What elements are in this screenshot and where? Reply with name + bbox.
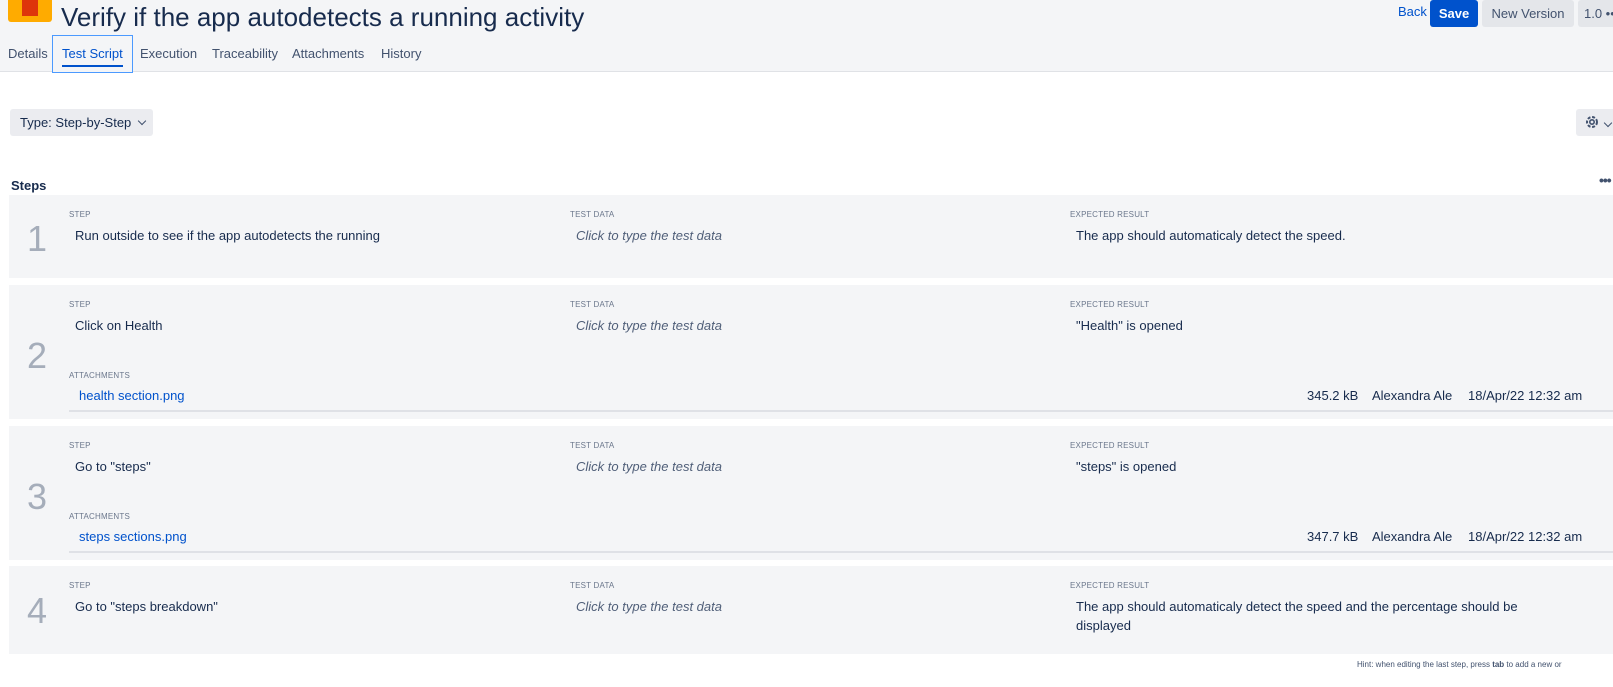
step-card: 2 STEP TEST DATA EXPECTED RESULT Click o… bbox=[9, 285, 1613, 419]
expected-result[interactable]: The app should automaticaly detect the s… bbox=[1076, 597, 1526, 635]
attachment-date: 18/Apr/22 12:32 am bbox=[1468, 529, 1583, 544]
step-number: 3 bbox=[27, 476, 48, 517]
save-button[interactable]: Save bbox=[1430, 0, 1478, 27]
steps-section-title: Steps bbox=[11, 178, 47, 193]
expected-result[interactable]: "steps" is opened bbox=[1076, 457, 1556, 476]
step-column-label: STEP bbox=[69, 210, 91, 219]
step-description[interactable]: Run outside to see if the app autodetect… bbox=[75, 226, 555, 245]
attachment-date: 18/Apr/22 12:32 am bbox=[1468, 388, 1583, 403]
attachment-link[interactable]: health section.png bbox=[79, 388, 185, 403]
step-card: 4 STEP TEST DATA EXPECTED RESULT Go to "… bbox=[9, 566, 1613, 654]
chevron-down-icon bbox=[1603, 118, 1613, 128]
page-header: Verify if the app autodetects a running … bbox=[0, 0, 1613, 74]
gear-icon bbox=[1586, 116, 1598, 128]
new-version-button[interactable]: New Version bbox=[1482, 0, 1574, 27]
attachments-label: ATTACHMENTS bbox=[69, 512, 131, 521]
tab-history[interactable]: History bbox=[381, 36, 421, 74]
expected-result[interactable]: "Health" is opened bbox=[1076, 316, 1556, 335]
script-type-label: Type: Step-by-Step bbox=[20, 115, 132, 130]
attachment-row: health section.png 345.2 kB Alexandra Al… bbox=[69, 384, 1613, 412]
attachment-size: 347.7 kB bbox=[1307, 529, 1359, 544]
step-number: 2 bbox=[27, 335, 48, 376]
script-type-dropdown[interactable]: Type: Step-by-Step bbox=[10, 109, 153, 136]
test-data-column-label: TEST DATA bbox=[570, 581, 615, 590]
attachments-label: ATTACHMENTS bbox=[69, 371, 131, 380]
tab-details[interactable]: Details bbox=[8, 36, 48, 74]
attachment-link[interactable]: steps sections.png bbox=[79, 529, 187, 544]
step-description[interactable]: Click on Health bbox=[75, 316, 555, 335]
step-column-label: STEP bbox=[69, 441, 91, 450]
tab-execution[interactable]: Execution bbox=[140, 36, 197, 74]
expected-column-label: EXPECTED RESULT bbox=[1070, 300, 1150, 309]
expected-result[interactable]: The app should automaticaly detect the s… bbox=[1076, 226, 1556, 245]
hint-prefix: Hint: when editing the last step, press bbox=[1357, 660, 1493, 669]
step-column-label: STEP bbox=[69, 581, 91, 590]
test-data-column-label: TEST DATA bbox=[570, 300, 615, 309]
attachment-user: Alexandra Ale bbox=[1372, 388, 1453, 403]
test-data-field[interactable]: Click to type the test data bbox=[576, 597, 1056, 616]
step-card: 3 STEP TEST DATA EXPECTED RESULT Go to "… bbox=[9, 426, 1613, 560]
test-data-column-label: TEST DATA bbox=[570, 210, 615, 219]
active-tab-indicator bbox=[62, 65, 123, 67]
attachment-user: Alexandra Ale bbox=[1372, 529, 1453, 544]
keyboard-hint: Hint: when editing the last step, press … bbox=[1357, 660, 1562, 669]
hint-suffix: to add a new or bbox=[1504, 660, 1562, 669]
test-data-column-label: TEST DATA bbox=[570, 441, 615, 450]
tab-test-script[interactable]: Test Script bbox=[52, 35, 133, 73]
attachment-row: steps sections.png 347.7 kB Alexandra Al… bbox=[69, 525, 1613, 553]
test-data-field[interactable]: Click to type the test data bbox=[576, 457, 1056, 476]
expected-column-label: EXPECTED RESULT bbox=[1070, 210, 1150, 219]
tab-traceability[interactable]: Traceability bbox=[212, 36, 278, 74]
expected-column-label: EXPECTED RESULT bbox=[1070, 441, 1150, 450]
expected-column-label: EXPECTED RESULT bbox=[1070, 581, 1150, 590]
tab-attachments[interactable]: Attachments bbox=[292, 36, 364, 74]
step-description[interactable]: Go to "steps breakdown" bbox=[75, 597, 555, 616]
tab-test-script-label: Test Script bbox=[62, 46, 123, 61]
version-menu-button[interactable]: 1.0 ••• bbox=[1578, 0, 1613, 27]
step-card: 1 STEP TEST DATA EXPECTED RESULT Run out… bbox=[9, 195, 1613, 278]
test-data-field[interactable]: Click to type the test data bbox=[576, 226, 1056, 245]
hint-key: tab bbox=[1492, 660, 1505, 669]
attachment-size: 345.2 kB bbox=[1307, 388, 1359, 403]
test-data-field[interactable]: Click to type the test data bbox=[576, 316, 1056, 335]
chevron-down-icon bbox=[138, 116, 147, 126]
test-case-logo-icon bbox=[8, 0, 52, 22]
step-description[interactable]: Go to "steps" bbox=[75, 457, 555, 476]
steps-more-menu[interactable]: ••• bbox=[1599, 172, 1612, 188]
settings-dropdown-button[interactable] bbox=[1576, 109, 1613, 136]
step-number: 4 bbox=[27, 590, 48, 631]
back-link[interactable]: Back bbox=[1398, 4, 1427, 19]
step-number: 1 bbox=[27, 218, 48, 259]
step-column-label: STEP bbox=[69, 300, 91, 309]
page-title: Verify if the app autodetects a running … bbox=[61, 2, 585, 32]
